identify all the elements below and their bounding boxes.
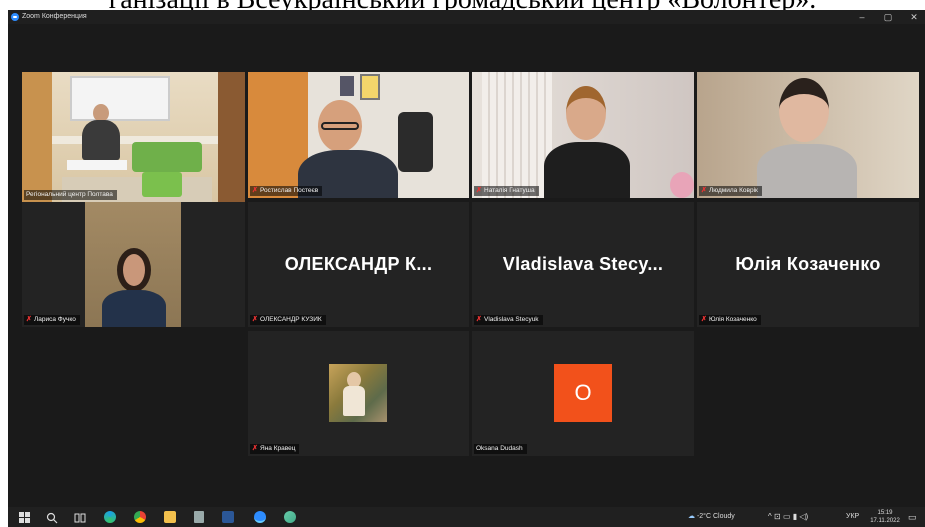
paint-icon[interactable] — [284, 511, 296, 523]
participant-name: Регіональний центр Полтава — [26, 191, 113, 198]
maximize-button[interactable]: ▢ — [877, 10, 899, 24]
trash-icon[interactable] — [194, 511, 204, 523]
language-indicator[interactable]: УКР — [846, 507, 859, 527]
participant-tile-larysa[interactable]: ✗ Лариса Фучко — [22, 202, 245, 327]
zoom-icon[interactable] — [254, 511, 266, 523]
muted-mic-icon: ✗ — [26, 316, 32, 323]
title-bar: Zoom Конференция – ▢ ✕ — [8, 10, 925, 24]
muted-mic-icon: ✗ — [252, 187, 258, 194]
chat-icon[interactable]: ▭ — [783, 512, 791, 521]
participant-tile-oksana[interactable]: O Oksana Dudash — [472, 331, 694, 456]
participant-tile-oleksandr[interactable]: ОЛЕКСАНДР К... ✗ ОЛЕКСАНДР КУЗИК — [248, 202, 469, 327]
participant-name: Vladislava Stecyuk — [484, 316, 539, 323]
cloud-icon: ☁ — [688, 513, 695, 520]
clock-time: 15:19 — [877, 510, 893, 516]
participant-name: Ростислав Постеєв — [260, 187, 319, 194]
battery-icon[interactable]: ▮ — [793, 512, 797, 521]
muted-mic-icon: ✗ — [252, 445, 258, 452]
system-tray[interactable]: ^ ⊡ ▭ ▮ ◁) — [768, 507, 808, 527]
minimize-button[interactable]: – — [851, 10, 873, 24]
zoom-window: Zoom Конференция – ▢ ✕ Регіональний цент… — [8, 10, 925, 527]
participant-name: Наталія Гнатуша — [484, 187, 535, 194]
close-button[interactable]: ✕ — [903, 10, 925, 24]
muted-mic-icon: ✗ — [701, 187, 707, 194]
participant-display-name: ОЛЕКСАНДР К... — [284, 254, 433, 274]
task-view-icon[interactable] — [74, 511, 86, 523]
participant-name: Яна Кравец — [260, 445, 296, 452]
participant-name: Юлія Козаченко — [709, 316, 757, 323]
participant-name-tag: Oksana Dudash — [474, 444, 527, 454]
clock-date: 17.11.2022 — [870, 518, 900, 524]
participant-name-tag: ✗ Лариса Фучко — [24, 315, 80, 325]
windows-taskbar: ☁ -2°C Cloudy ^ ⊡ ▭ ▮ ◁) УКР 15:19 17.11… — [8, 507, 925, 527]
notification-icon[interactable]: ▭ — [908, 507, 917, 527]
participant-display-name: Vladislava Stecy... — [502, 254, 664, 274]
participant-name-tag: ✗ Наталія Гнатуша — [474, 186, 539, 196]
muted-mic-icon: ✗ — [476, 187, 482, 194]
muted-mic-icon: ✗ — [252, 316, 258, 323]
chrome-icon[interactable] — [134, 511, 146, 523]
window-title: Zoom Конференция — [22, 13, 87, 20]
muted-mic-icon: ✗ — [476, 316, 482, 323]
weather-text: -2°C Cloudy — [696, 513, 735, 520]
participant-name: Oksana Dudash — [476, 445, 523, 452]
avatar — [329, 364, 387, 422]
avatar: O — [554, 364, 612, 422]
muted-mic-icon: ✗ — [701, 316, 707, 323]
participant-name-tag: ✗ Людмила Коврік — [699, 186, 762, 196]
participant-tile-natalia[interactable]: ✗ Наталія Гнатуша — [472, 72, 694, 198]
avatar-letter: O — [574, 380, 592, 405]
participant-tile-yana[interactable]: ✗ Яна Кравец — [248, 331, 469, 456]
participant-tile-yulia[interactable]: Юлія Козаченко ✗ Юлія Козаченко — [697, 202, 919, 327]
participant-tile-vladislava[interactable]: Vladislava Stecy... ✗ Vladislava Stecyuk — [472, 202, 694, 327]
participant-display-name: Юлія Козаченко — [735, 254, 881, 274]
participant-name: Лариса Фучко — [34, 316, 76, 323]
participant-tile-poltava[interactable]: Регіональний центр Полтава — [22, 72, 245, 202]
weather-widget[interactable]: ☁ -2°C Cloudy — [688, 507, 735, 527]
word-icon[interactable] — [222, 511, 234, 523]
participant-tile-rostyslav[interactable]: ✗ Ростислав Постеєв — [248, 72, 469, 198]
volume-icon[interactable]: ◁) — [799, 512, 808, 521]
participant-name-tag: ✗ ОЛЕКСАНДР КУЗИК — [250, 315, 326, 325]
participant-name: ОЛЕКСАНДР КУЗИК — [260, 316, 322, 323]
file-explorer-icon[interactable] — [164, 511, 176, 523]
participant-name-tag: ✗ Яна Кравец — [250, 444, 300, 454]
participant-name: Людмила Коврік — [709, 187, 758, 194]
search-icon[interactable] — [46, 511, 58, 524]
participant-tile-liudmyla[interactable]: ✗ Людмила Коврік — [697, 72, 919, 198]
participant-name-tag: ✗ Ростислав Постеєв — [250, 186, 323, 196]
participant-name-tag: Регіональний центр Полтава — [24, 190, 117, 200]
windows-start-icon[interactable] — [19, 511, 31, 523]
participant-name-tag: ✗ Юлія Козаченко — [699, 315, 761, 325]
edge-icon[interactable] — [104, 511, 116, 523]
clock[interactable]: 15:19 17.11.2022 — [868, 509, 902, 525]
participant-name-tag: ✗ Vladislava Stecyuk — [474, 315, 543, 325]
zoom-logo-icon — [11, 13, 19, 21]
network-icon[interactable]: ⊡ — [774, 512, 781, 521]
chevron-up-icon[interactable]: ^ — [768, 512, 772, 521]
